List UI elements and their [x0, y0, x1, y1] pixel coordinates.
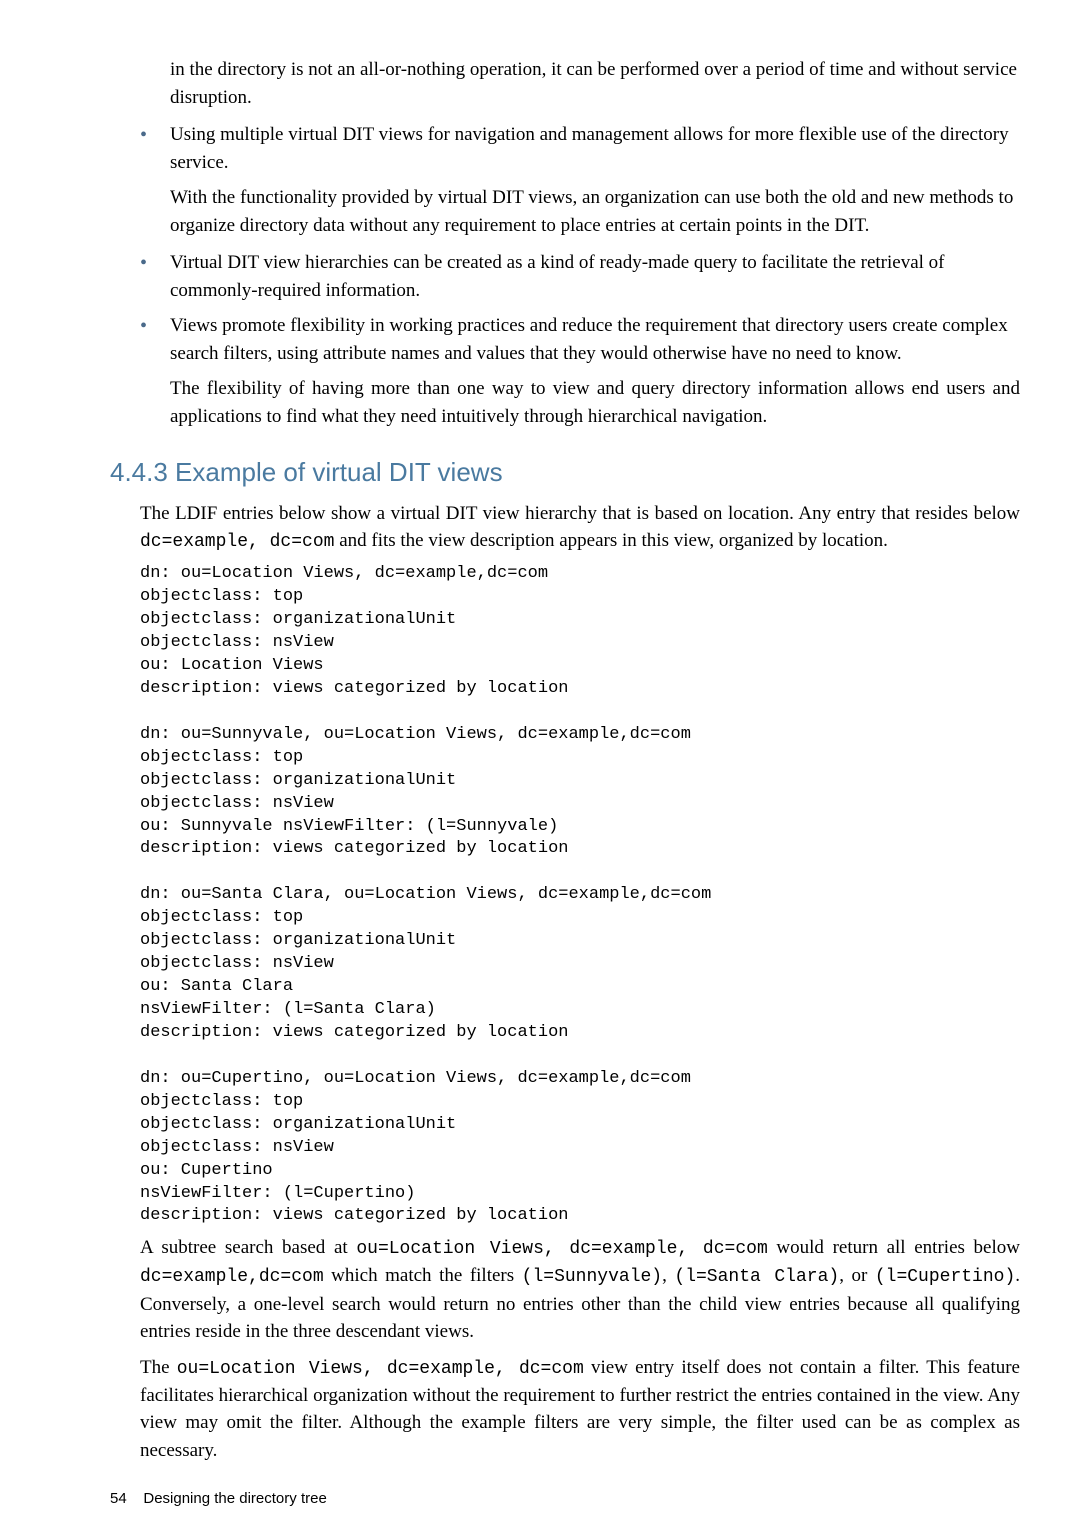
bullet-item: • Views promote flexibility in working p…	[140, 312, 1020, 367]
after-para-1: A subtree search based at ou=Location Vi…	[140, 1234, 1020, 1345]
code-inline: dc=example,dc=com	[140, 1267, 324, 1287]
page-number: 54	[110, 1490, 127, 1507]
text: and fits the view description appears in…	[334, 530, 888, 551]
code-inline: (l=Sunnyvale)	[522, 1267, 662, 1287]
text: The	[140, 1357, 177, 1378]
footer-title: Designing the directory tree	[143, 1490, 326, 1507]
section-heading: 4.4.3 Example of virtual DIT views	[110, 457, 1020, 488]
bullet-icon: •	[140, 249, 170, 277]
text: , or	[839, 1265, 875, 1286]
text: The LDIF entries below show a virtual DI…	[140, 503, 1020, 524]
text: would return all entries below	[768, 1237, 1020, 1258]
bullet-text: Views promote flexibility in working pra…	[170, 312, 1020, 367]
section-intro: The LDIF entries below show a virtual DI…	[140, 500, 1020, 556]
bullet-item: • Virtual DIT view hierarchies can be cr…	[140, 249, 1020, 304]
bullet-text: Using multiple virtual DIT views for nav…	[170, 121, 1020, 176]
bullet-sub: With the functionality provided by virtu…	[170, 184, 1020, 239]
code-inline: ou=Location Views, dc=example, dc=com	[356, 1239, 767, 1259]
after-para-2: The ou=Location Views, dc=example, dc=co…	[140, 1354, 1020, 1465]
text: A subtree search based at	[140, 1237, 356, 1258]
bullet-sub: The flexibility of having more than one …	[170, 375, 1020, 430]
ldif-block: dn: ou=Location Views, dc=example,dc=com…	[140, 563, 1020, 1228]
bullet-icon: •	[140, 312, 170, 340]
code-inline: (l=Santa Clara)	[674, 1267, 839, 1287]
code-inline: ou=Location Views, dc=example, dc=com	[177, 1359, 584, 1379]
bullet-item: • Using multiple virtual DIT views for n…	[140, 121, 1020, 176]
code-inline: (l=Cupertino)	[875, 1267, 1015, 1287]
bullet-icon: •	[140, 121, 170, 149]
text: which match the filters	[324, 1265, 522, 1286]
code-inline: dc=example, dc=com	[140, 532, 334, 552]
intro-continuation: in the directory is not an all-or-nothin…	[170, 56, 1020, 111]
text: ,	[662, 1265, 674, 1286]
page-footer: 54 Designing the directory tree	[110, 1490, 1020, 1507]
bullet-text: Virtual DIT view hierarchies can be crea…	[170, 249, 1020, 304]
